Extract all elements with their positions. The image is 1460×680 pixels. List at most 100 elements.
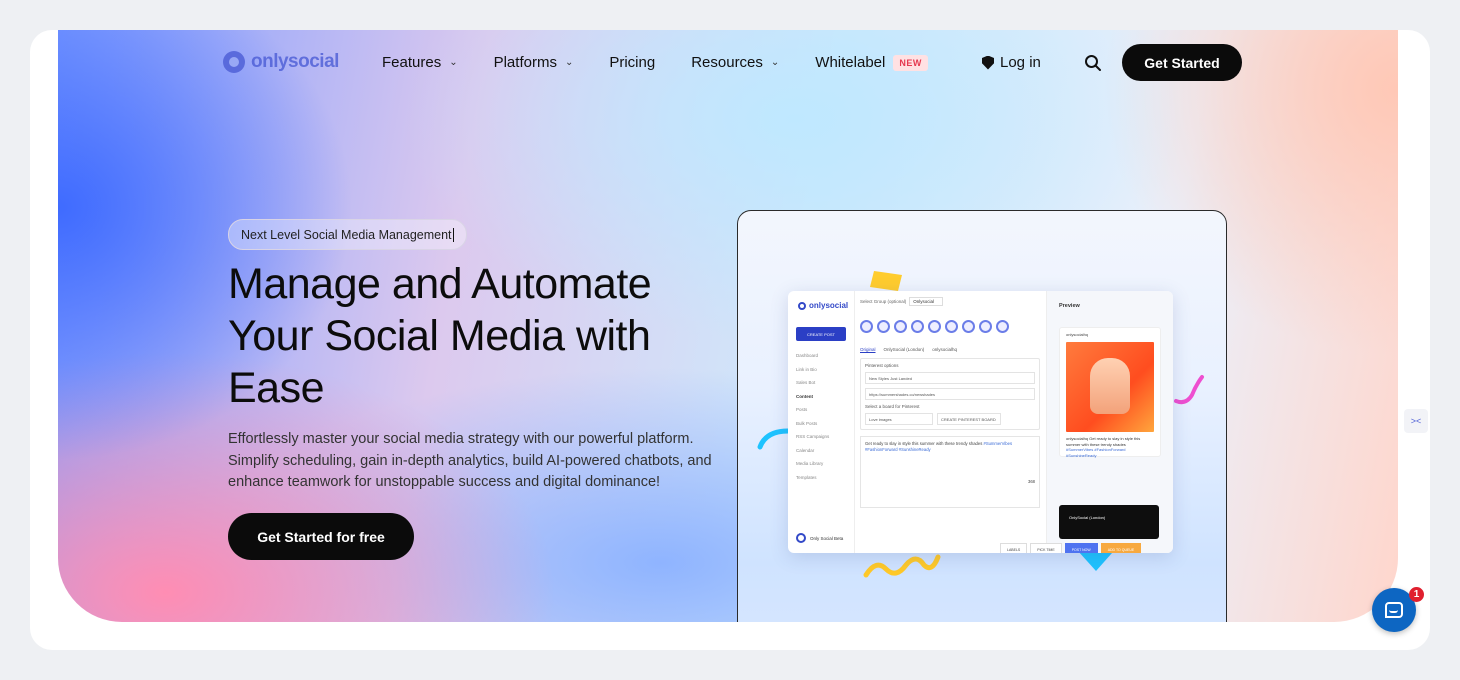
nav-label: Resources <box>691 54 763 71</box>
nav-platforms[interactable]: Platforms ⌄ <box>494 54 574 71</box>
compose-tabs: Original OnlySocial (London) onlysocialh… <box>860 347 1040 352</box>
accessibility-tab-icon[interactable]: >< <box>1404 409 1428 433</box>
account-avatars <box>860 320 1040 333</box>
avatar[interactable] <box>860 320 873 333</box>
avatar[interactable] <box>928 320 941 333</box>
post-text-area[interactable]: Get ready to slay in style this summer w… <box>860 436 1040 508</box>
new-badge: NEW <box>893 54 928 71</box>
title-field[interactable]: New Styles Just Landed <box>865 372 1035 384</box>
create-board-button[interactable]: CREATE PINTEREST BOARD <box>937 413 1001 425</box>
app-sidebar-menu: Dashboard Link in Bio Sales Bot Content … <box>796 353 829 488</box>
main-nav: Features ⌄ Platforms ⌄ Pricing Resources ⌄ … <box>382 54 964 71</box>
cyan-curve <box>757 428 791 450</box>
nav-label: Whitelabel <box>815 54 886 71</box>
avatar[interactable] <box>962 320 975 333</box>
get-started-button[interactable]: Get Started <box>1122 44 1242 81</box>
instagram-preview-card: onlysocialhq onlysocialhq Get ready to s… <box>1059 327 1161 458</box>
app-logo: onlysocial <box>798 301 848 310</box>
sidebar-item[interactable]: Sales Bot <box>796 380 829 394</box>
nav-resources[interactable]: Resources ⌄ <box>691 54 779 71</box>
nav-pricing[interactable]: Pricing <box>609 54 655 71</box>
avatar[interactable] <box>894 320 907 333</box>
account-switcher[interactable]: Only Social Beta <box>796 533 843 543</box>
logo-text: onlysocial <box>251 51 339 72</box>
login-label: Log in <box>1000 54 1041 71</box>
create-post-button[interactable]: CREATE POST <box>796 327 846 341</box>
hero-headline: Manage and Automate Your Social Media wi… <box>228 260 652 412</box>
chat-icon <box>1385 602 1403 618</box>
preview-panel: Preview onlysocialhq onlysocialhq Get re… <box>1046 291 1173 553</box>
sidebar-item[interactable]: RSS Campaigns <box>796 434 829 448</box>
fb-account: OnlySocial (London) <box>1069 515 1106 520</box>
compose-panel: Select Group (optional) Onlysocial Origin… <box>860 297 1040 547</box>
sidebar-item[interactable]: Templates <box>796 475 829 489</box>
group-select[interactable]: Select Group (optional) Onlysocial <box>860 297 1040 306</box>
avatar[interactable] <box>979 320 992 333</box>
avatar[interactable] <box>945 320 958 333</box>
login-link[interactable]: Log in <box>982 54 1041 71</box>
nav-label: Features <box>382 54 442 71</box>
hero-section: onlysocial Features ⌄ Platforms ⌄ Pricing … <box>58 30 1398 622</box>
avatar[interactable] <box>877 320 890 333</box>
avatar[interactable] <box>996 320 1009 333</box>
add-to-queue-button[interactable]: ADD TO QUEUE <box>1100 543 1142 553</box>
nav-features[interactable]: Features ⌄ <box>382 54 458 71</box>
facebook-preview-card: OnlySocial (London) <box>1059 505 1159 539</box>
post-image <box>1066 342 1154 432</box>
preview-handle: onlysocialhq <box>1066 332 1089 337</box>
sidebar-item[interactable]: Calendar <box>796 448 829 462</box>
sidebar-section: Content <box>796 393 813 399</box>
url-field[interactable]: https://summershades.co/newshades <box>865 388 1035 400</box>
product-screenshot: onlysocial CREATE POST Dashboard Link in… <box>737 210 1227 622</box>
tab-account[interactable]: onlysocialhq <box>932 347 957 352</box>
caption-tags: #SummerVibes #FashionForward #SunshineRe… <box>1066 447 1126 458</box>
board-select[interactable]: Love images <box>865 413 933 425</box>
text-cursor <box>452 227 454 242</box>
browser-viewport: onlysocial Features ⌄ Platforms ⌄ Pricing … <box>30 30 1430 650</box>
account-name: Only Social Beta <box>810 535 844 541</box>
model-figure <box>1090 358 1130 414</box>
hero-tag-text: Next Level Social Media Management <box>241 227 452 242</box>
chevron-down-icon: ⌄ <box>449 57 458 68</box>
nav-label: Platforms <box>493 54 557 71</box>
hero-tag: Next Level Social Media Management <box>228 219 467 250</box>
pick-time-button[interactable]: PICK TIME <box>1030 543 1062 553</box>
app-logo-text: onlysocial <box>809 301 849 310</box>
preview-caption: onlysocialhq Get ready to slay in style … <box>1066 436 1154 458</box>
sidebar-item[interactable]: Posts <box>796 407 829 421</box>
sidebar-item[interactable]: Bulk Posts <box>796 421 829 435</box>
post-now-button[interactable]: POST NOW <box>1064 543 1098 553</box>
sidebar-item[interactable]: Link in Bio <box>796 367 829 381</box>
pink-squiggle <box>1174 375 1204 405</box>
tab-original[interactable]: Original <box>860 347 876 352</box>
sidebar-item[interactable]: Media Library <box>796 461 829 475</box>
chevron-down-icon: ⌄ <box>770 57 780 68</box>
post-text: Get ready to slay in style this summer w… <box>865 441 983 446</box>
group-select-value: Onlysocial <box>909 297 944 306</box>
app-window: onlysocial CREATE POST Dashboard Link in… <box>788 291 1173 553</box>
pinterest-options-title: Pinterest options <box>865 363 899 368</box>
action-bar: LABELS PICK TIME POST NOW ADD TO QUEUE <box>1000 543 1142 553</box>
hero-subtext: Effortlessly master your social media st… <box>228 431 712 490</box>
yellow-shape <box>870 271 902 291</box>
group-select-label: Select Group (optional) <box>860 299 907 304</box>
logo-icon <box>223 51 245 73</box>
logo-icon <box>798 301 806 310</box>
chat-notification-badge: 1 <box>1409 587 1424 602</box>
nav-whitelabel[interactable]: Whitelabel NEW <box>815 54 928 71</box>
labels-button[interactable]: LABELS <box>1000 543 1028 553</box>
preview-title: Preview <box>1059 303 1080 309</box>
caption-text: onlysocialhq Get ready to slay in style … <box>1066 436 1141 447</box>
brand-logo[interactable]: onlysocial <box>223 51 339 73</box>
pinterest-options: Pinterest options New Styles Just Landed… <box>860 358 1040 430</box>
char-count: 368 <box>1028 479 1035 484</box>
avatar[interactable] <box>911 320 924 333</box>
nav-label: Pricing <box>609 54 656 71</box>
app-sidebar: onlysocial CREATE POST Dashboard Link in… <box>788 291 855 553</box>
tab-account[interactable]: OnlySocial (London) <box>884 347 925 352</box>
avatar <box>796 533 806 543</box>
search-icon[interactable] <box>1084 54 1102 72</box>
chevron-down-icon: ⌄ <box>564 57 574 68</box>
sidebar-item[interactable]: Dashboard <box>796 353 829 367</box>
get-started-free-button[interactable]: Get Started for free <box>228 513 414 560</box>
